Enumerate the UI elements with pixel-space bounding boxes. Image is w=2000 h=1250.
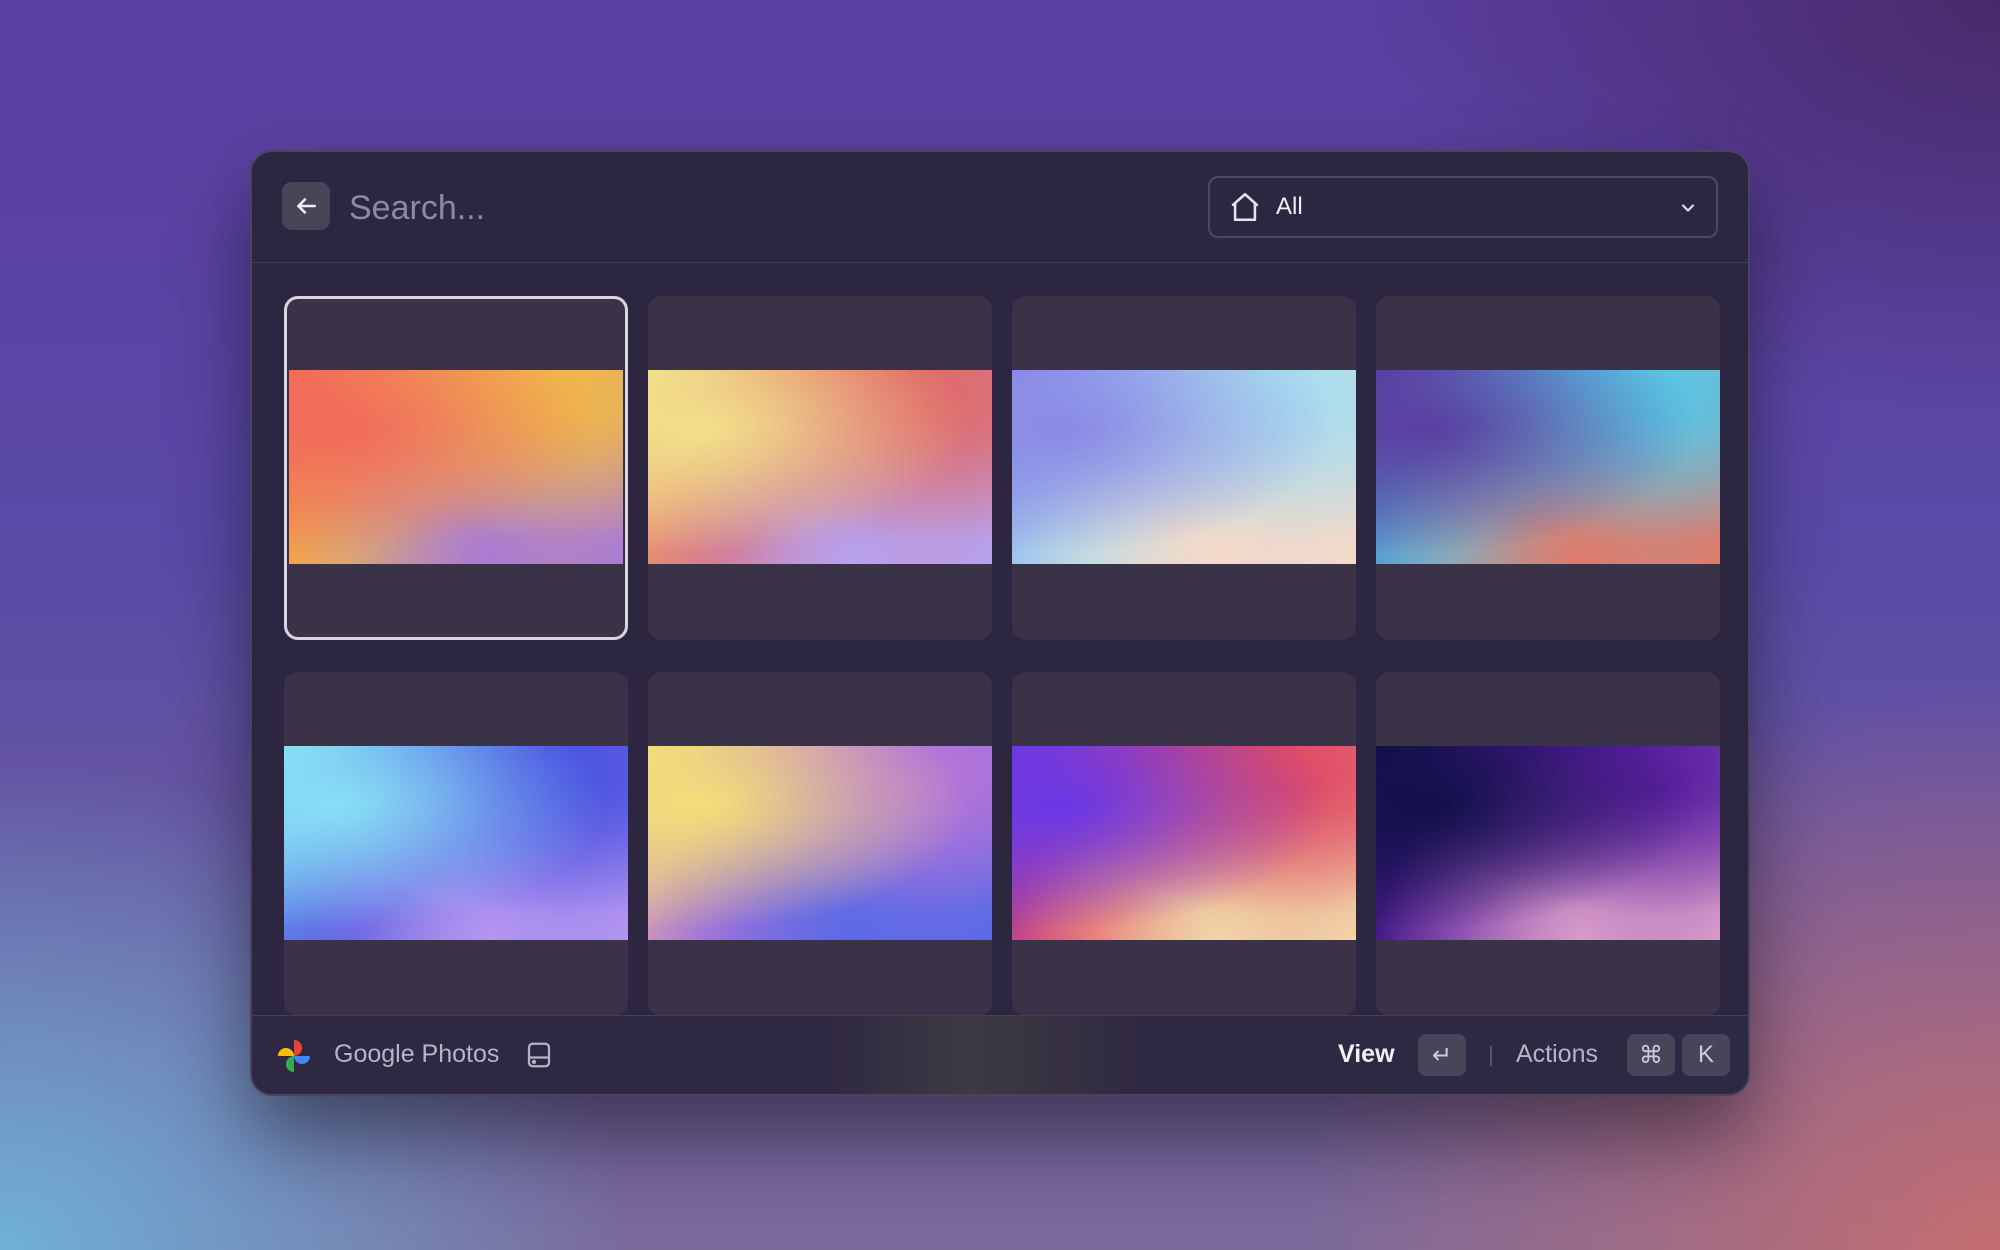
- command-key-hint: ⌘: [1627, 1034, 1675, 1076]
- view-action-label[interactable]: View: [1338, 1040, 1395, 1069]
- filter-dropdown[interactable]: All: [1208, 176, 1718, 238]
- actions-label[interactable]: Actions: [1516, 1040, 1598, 1069]
- filter-selected-value: All: [1276, 193, 1303, 220]
- search-input[interactable]: [347, 180, 1151, 236]
- photo-thumbnail: [1012, 746, 1356, 940]
- footer-divider: [1490, 1046, 1492, 1066]
- home-icon: [1231, 192, 1259, 222]
- chevron-down-icon: [1682, 204, 1694, 212]
- header: All: [252, 152, 1748, 263]
- arrow-left-icon: [297, 198, 316, 214]
- enter-key-hint: ↵: [1418, 1034, 1466, 1076]
- back-button[interactable]: [282, 182, 330, 230]
- photo-item[interactable]: [1012, 296, 1356, 640]
- hard-drive-icon[interactable]: [524, 1040, 554, 1070]
- photo-thumbnail: [289, 370, 623, 564]
- photo-item[interactable]: [648, 672, 992, 1016]
- photo-item[interactable]: [284, 672, 628, 1016]
- photo-thumbnail: [648, 746, 992, 940]
- action-bar: Google Photos View ↵ Actions ⌘ K: [252, 1015, 1748, 1094]
- photo-thumbnail: [284, 746, 628, 940]
- google-photos-icon: [278, 1040, 310, 1072]
- photo-item[interactable]: [648, 296, 992, 640]
- extension-name: Google Photos: [334, 1040, 500, 1068]
- k-key-hint: K: [1682, 1034, 1730, 1076]
- photo-item[interactable]: [1376, 296, 1720, 640]
- photo-thumbnail: [1012, 370, 1356, 564]
- photo-thumbnail: [648, 370, 992, 564]
- photo-thumbnail: [1376, 370, 1720, 564]
- photo-item[interactable]: [1376, 672, 1720, 1016]
- photo-item[interactable]: [284, 296, 628, 640]
- launcher-window: All Google Photos View ↵ Actions ⌘ K: [250, 150, 1750, 1096]
- photo-item[interactable]: [1012, 672, 1356, 1016]
- photo-thumbnail: [1376, 746, 1720, 940]
